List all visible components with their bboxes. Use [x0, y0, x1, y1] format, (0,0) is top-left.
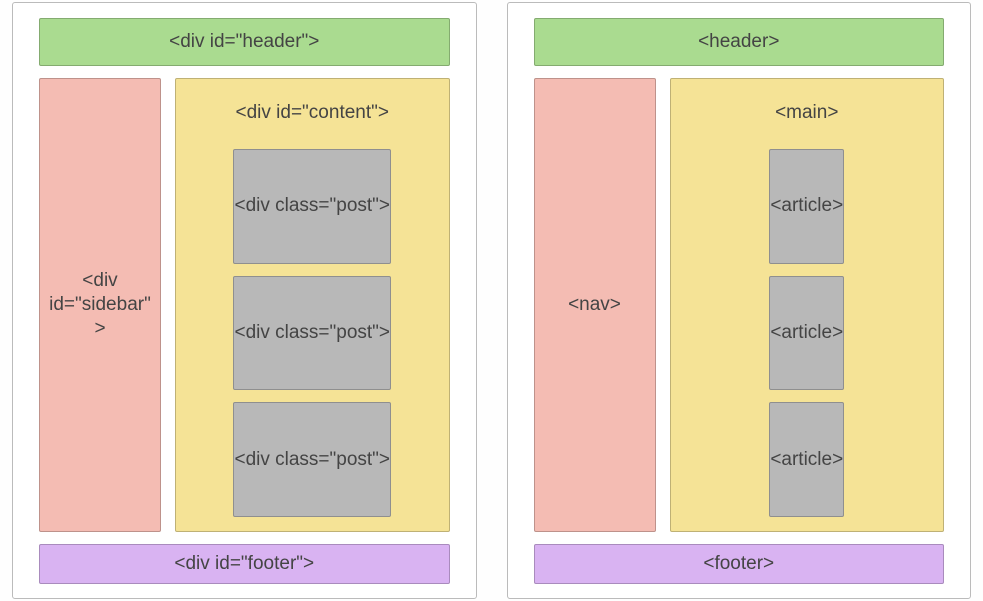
- legacy-footer-box: <div id="footer">: [39, 544, 450, 584]
- semantic-nav-box: <nav>: [534, 78, 656, 532]
- legacy-post-box: <div class="post">: [233, 402, 391, 517]
- legacy-post-box: <div class="post">: [233, 276, 391, 391]
- semantic-main-title: <main>: [775, 89, 838, 137]
- semantic-footer-label: <footer>: [703, 552, 774, 576]
- legacy-post-label: <div class="post">: [234, 194, 390, 218]
- semantic-footer-box: <footer>: [534, 544, 945, 584]
- legacy-header-box: <div id="header">: [39, 18, 450, 66]
- legacy-content-title: <div id="content">: [236, 89, 389, 137]
- legacy-post-label: <div class="post">: [234, 448, 390, 472]
- legacy-sidebar-box: <div id="sidebar">: [39, 78, 161, 532]
- semantic-article-box: <article>: [769, 276, 844, 391]
- semantic-header-label: <header>: [698, 30, 779, 54]
- semantic-main-label: <main>: [775, 101, 838, 125]
- semantic-article-label: <article>: [770, 448, 843, 472]
- semantic-article-box: <article>: [769, 402, 844, 517]
- semantic-main-box: <main> <article> <article> <article>: [670, 78, 945, 532]
- legacy-footer-label: <div id="footer">: [174, 552, 314, 576]
- legacy-div-layout-panel: <div id="header"> <div id="sidebar"> <di…: [12, 2, 477, 599]
- semantic-article-box: <article>: [769, 149, 844, 264]
- legacy-header-label: <div id="header">: [169, 30, 319, 54]
- legacy-post-label: <div class="post">: [234, 321, 390, 345]
- semantic-nav-label: <nav>: [568, 293, 621, 317]
- legacy-sidebar-label: <div id="sidebar">: [48, 269, 152, 340]
- legacy-middle-row: <div id="sidebar"> <div id="content"> <d…: [39, 78, 450, 532]
- legacy-content-box: <div id="content"> <div class="post"> <d…: [175, 78, 450, 532]
- semantic-middle-row: <nav> <main> <article> <article> <articl…: [534, 78, 945, 532]
- semantic-layout-panel: <header> <nav> <main> <article> <article…: [507, 2, 972, 599]
- legacy-post-box: <div class="post">: [233, 149, 391, 264]
- semantic-article-label: <article>: [770, 321, 843, 345]
- semantic-header-box: <header>: [534, 18, 945, 66]
- semantic-article-label: <article>: [770, 194, 843, 218]
- legacy-content-label: <div id="content">: [236, 101, 389, 125]
